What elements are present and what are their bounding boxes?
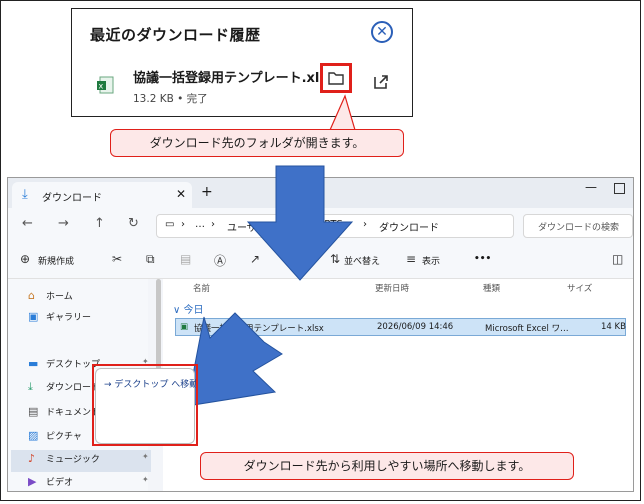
move-highlight-box — [92, 364, 198, 446]
callout-move: ダウンロード先から利用しやすい場所へ移動します。 — [200, 452, 574, 480]
